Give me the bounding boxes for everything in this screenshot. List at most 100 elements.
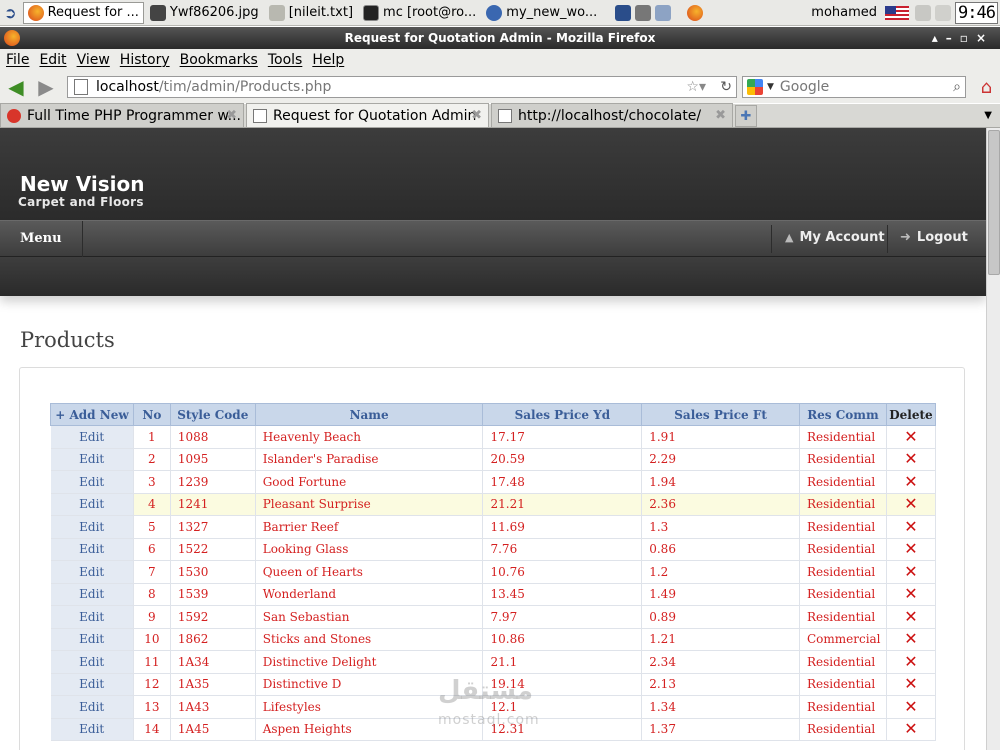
- edit-link[interactable]: Edit: [50, 718, 134, 741]
- delete-x-icon[interactable]: ✕: [886, 493, 937, 516]
- cell-style-code: 1A43: [170, 695, 256, 719]
- column-header-no[interactable]: No: [132, 403, 171, 426]
- delete-x-icon[interactable]: ✕: [886, 425, 937, 449]
- menu-tools[interactable]: Tools: [268, 52, 303, 68]
- new-tab-plus-icon[interactable]: ✚: [735, 105, 757, 127]
- delete-x-icon[interactable]: ✕: [886, 628, 937, 651]
- page-scrollbar[interactable]: [986, 128, 1000, 750]
- tab-php-programmer[interactable]: Full Time PHP Programmer w... ✖: [0, 103, 244, 127]
- menu-help[interactable]: Help: [312, 52, 344, 68]
- cell-sales-price-yd: 21.21: [482, 493, 643, 516]
- logout-link[interactable]: ➜ Logout: [900, 230, 968, 245]
- delete-x-icon[interactable]: ✕: [886, 538, 937, 561]
- delete-x-icon[interactable]: ✕: [886, 560, 937, 584]
- close-tab-icon[interactable]: ✖: [471, 108, 482, 123]
- maximize-icon[interactable]: ▫: [960, 31, 976, 45]
- menu-file[interactable]: File: [6, 52, 29, 68]
- delete-x-icon[interactable]: ✕: [886, 448, 937, 471]
- scrollbar-thumb[interactable]: [988, 130, 1000, 275]
- edit-link[interactable]: Edit: [50, 560, 134, 584]
- edit-link[interactable]: Edit: [50, 628, 134, 651]
- my-account-link[interactable]: ▲ My Account: [785, 230, 885, 245]
- column-header-style-code[interactable]: Style Code: [169, 403, 256, 426]
- tab-list-chevron-icon[interactable]: ▼: [984, 110, 992, 121]
- antenna-tray-icon[interactable]: [635, 4, 652, 21]
- table-header-row: + Add New No Style Code Name Sales Price…: [50, 403, 937, 426]
- forward-arrow-icon[interactable]: ▶: [36, 75, 56, 99]
- edit-link[interactable]: Edit: [50, 583, 134, 606]
- mail-tray-icon[interactable]: [655, 4, 672, 21]
- network-tray-icon[interactable]: [615, 4, 632, 21]
- edit-link[interactable]: Edit: [50, 673, 134, 696]
- cell-sales-price-ft: 0.86: [641, 538, 800, 561]
- bookmark-star-icon[interactable]: ☆▾: [686, 79, 706, 95]
- delete-x-icon[interactable]: ✕: [886, 718, 937, 741]
- menu-link[interactable]: Menu: [20, 231, 62, 246]
- power-icon[interactable]: [935, 4, 952, 21]
- edit-link[interactable]: Edit: [50, 515, 134, 539]
- delete-x-icon[interactable]: ✕: [886, 605, 937, 629]
- taskbar-item-terminal[interactable]: mc [root@ro...: [359, 2, 480, 24]
- delete-x-icon[interactable]: ✕: [886, 515, 937, 539]
- add-new-link[interactable]: + Add New: [50, 403, 134, 426]
- cell-sales-price-yd: 13.45: [482, 583, 643, 606]
- google-icon[interactable]: [747, 79, 763, 95]
- menu-view[interactable]: View: [77, 52, 110, 68]
- taskbar-item-firefox[interactable]: Request for ...: [22, 1, 144, 24]
- taskbar-menu-icon[interactable]: ➲: [0, 2, 21, 24]
- taskbar-item-browser[interactable]: my_new_wo...: [482, 2, 601, 24]
- tab-chocolate[interactable]: http://localhost/chocolate/ ✖: [491, 103, 733, 127]
- column-header-res-comm[interactable]: Res Comm: [798, 403, 887, 426]
- edit-link[interactable]: Edit: [50, 695, 134, 719]
- tab-request-quotation[interactable]: Request for Quotation Admin ✖: [246, 103, 489, 127]
- url-bar[interactable]: localhost/tim/admin/Products.php ☆▾ ↻: [67, 76, 737, 98]
- edit-link[interactable]: Edit: [50, 448, 134, 471]
- taskbar-item-text-editor[interactable]: [nileit.txt]: [265, 2, 357, 24]
- close-tab-icon[interactable]: ✖: [226, 108, 237, 123]
- cell-style-code: 1530: [170, 560, 256, 584]
- cell-sales-price-ft: 1.3: [641, 515, 800, 539]
- nav-divider: [887, 225, 888, 253]
- column-header-sales-price-yd[interactable]: Sales Price Yd: [482, 403, 643, 426]
- search-icon[interactable]: ⌕: [953, 79, 961, 95]
- close-tab-icon[interactable]: ✖: [715, 108, 726, 123]
- minimize-icon[interactable]: –: [946, 31, 960, 45]
- search-bar[interactable]: ▼ Google ⌕: [742, 76, 966, 98]
- home-icon[interactable]: ⌂: [981, 77, 992, 98]
- chevron-down-icon[interactable]: ▼: [767, 82, 774, 92]
- edit-link[interactable]: Edit: [50, 605, 134, 629]
- volume-icon[interactable]: [915, 4, 932, 21]
- delete-x-icon[interactable]: ✕: [886, 695, 937, 719]
- edit-link[interactable]: Edit: [50, 650, 134, 674]
- nav-divider: [82, 221, 83, 257]
- delete-x-icon[interactable]: ✕: [886, 583, 937, 606]
- edit-link[interactable]: Edit: [50, 538, 134, 561]
- menu-history[interactable]: History: [120, 52, 170, 68]
- us-flag-icon[interactable]: [885, 5, 910, 20]
- edit-link[interactable]: Edit: [50, 470, 134, 494]
- taskbar-item-image[interactable]: Ywf86206.jpg: [146, 2, 263, 24]
- firefox-tray-icon[interactable]: [687, 4, 704, 21]
- taskbar-item-label: Request for ...: [47, 5, 139, 20]
- menu-edit[interactable]: Edit: [39, 52, 66, 68]
- brand-title[interactable]: New Vision: [20, 172, 144, 196]
- url-path: /tim/admin/Products.php: [158, 79, 332, 95]
- menu-bookmarks[interactable]: Bookmarks: [180, 52, 258, 68]
- back-arrow-icon[interactable]: ◀: [6, 75, 26, 99]
- cell-no: 9: [133, 605, 171, 629]
- delete-x-icon[interactable]: ✕: [886, 650, 937, 674]
- reload-icon[interactable]: ↻: [720, 79, 732, 95]
- cell-style-code: 1095: [170, 448, 256, 471]
- close-window-icon[interactable]: ×: [976, 31, 994, 45]
- clock[interactable]: 9:46: [955, 1, 998, 24]
- edit-link[interactable]: Edit: [50, 493, 134, 516]
- search-placeholder: Google: [779, 79, 830, 95]
- column-header-name[interactable]: Name: [254, 403, 484, 426]
- delete-x-icon[interactable]: ✕: [886, 470, 937, 494]
- window-up-icon[interactable]: ▴: [932, 31, 946, 45]
- column-header-sales-price-ft[interactable]: Sales Price Ft: [641, 403, 800, 426]
- window-controls: ▴–▫×: [932, 27, 994, 49]
- site-favicon-icon: [7, 108, 21, 123]
- delete-x-icon[interactable]: ✕: [886, 673, 937, 696]
- edit-link[interactable]: Edit: [50, 425, 134, 449]
